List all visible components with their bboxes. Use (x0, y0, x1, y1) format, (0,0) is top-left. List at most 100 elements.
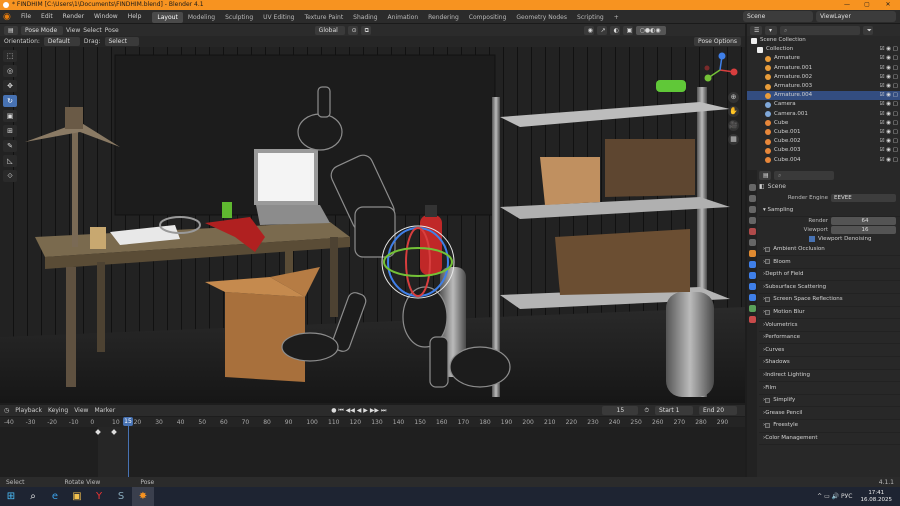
world-tab-icon[interactable] (748, 239, 756, 246)
playhead-line[interactable] (128, 417, 129, 477)
section-checkbox[interactable] (765, 297, 771, 303)
drag-dropdown[interactable]: Select Box (104, 37, 139, 54)
tab-sculpting[interactable]: Sculpting (220, 12, 258, 23)
section-panel[interactable]: › Shadows (759, 357, 900, 370)
section-panel[interactable]: › Depth of Field (759, 269, 900, 282)
menu-render[interactable]: Render (58, 10, 89, 24)
visibility-toggles[interactable]: ☑ ◉ ▢ (880, 64, 898, 73)
annotate-tool[interactable]: ✎ (3, 140, 17, 152)
output-tab-icon[interactable] (748, 206, 756, 213)
measure-tool[interactable]: ◺ (3, 155, 17, 167)
xray-icon[interactable]: ▣ (622, 25, 633, 35)
clock-icon[interactable]: ⏱ (644, 407, 649, 415)
viewport-samples-field[interactable]: 16 (831, 226, 896, 235)
playhead-frame[interactable]: 15 (123, 417, 133, 426)
current-frame-field[interactable]: 15 (602, 406, 639, 415)
end-frame-field[interactable]: End 20 (699, 406, 738, 415)
add-workspace-button[interactable]: + (609, 12, 624, 23)
pose-options-button[interactable]: Pose Options (694, 37, 741, 46)
tab-modeling[interactable]: Modeling (183, 12, 220, 23)
section-panel[interactable]: › Performance (759, 332, 900, 345)
menu-select[interactable]: Select (83, 25, 102, 36)
tool-tab-icon[interactable] (748, 184, 756, 191)
visibility-icon[interactable]: ◉ (583, 25, 594, 35)
view-layer-selector[interactable]: ViewLayer (816, 11, 896, 22)
transform-tool[interactable]: ⊞ (3, 125, 17, 137)
editor-type-icon[interactable]: ▤ (4, 25, 18, 35)
mode-selector[interactable]: Pose Mode (21, 25, 63, 35)
rotate-tool[interactable]: ↻ (3, 95, 17, 107)
visibility-toggles[interactable]: ☑ ◉ ▢ (880, 137, 898, 146)
tab-rendering[interactable]: Rendering (423, 12, 464, 23)
section-checkbox[interactable] (765, 259, 771, 265)
outliner-row[interactable]: Camera.001 ☑ ◉ ▢ (747, 110, 900, 119)
clock[interactable]: 17:41 16.08.2025 (861, 490, 893, 504)
visibility-toggles[interactable]: ☑ ◉ ▢ (880, 82, 898, 91)
frame-ruler[interactable]: -40 -30 -20 -10 0 10 20 30 40 50 60 70 80 90 100 110 120… (0, 417, 745, 427)
scale-tool[interactable]: ▣ (3, 110, 17, 122)
section-panel[interactable]: › Freestyle (759, 420, 900, 433)
visibility-toggles[interactable]: ☑ ◉ ▢ (880, 54, 898, 63)
gizmo-icon[interactable]: ↗ (596, 25, 607, 35)
pivot-icon[interactable]: ⊙ (347, 25, 358, 35)
transform-orientation[interactable]: Global (314, 25, 345, 35)
explorer-icon[interactable]: ▣ (66, 487, 88, 506)
particles-tab-icon[interactable] (748, 272, 756, 279)
section-panel[interactable]: › Grease Pencil (759, 407, 900, 420)
visibility-toggles[interactable]: ☑ ◉ ▢ (880, 100, 898, 109)
tab-scripting[interactable]: Scripting (572, 12, 609, 23)
menu-help[interactable]: Help (123, 10, 147, 24)
visibility-toggles[interactable]: ☑ ◉ ▢ (880, 73, 898, 82)
filter-icon[interactable]: ⏷ (863, 25, 873, 35)
outliner-row[interactable]: Cube.002 ☑ ◉ ▢ (747, 137, 900, 146)
system-tray[interactable]: ^ ▭ 🔊 РУС (817, 493, 852, 500)
view-menu[interactable]: View (74, 407, 88, 414)
visibility-toggles[interactable]: ☑ ◉ ▢ (880, 119, 898, 128)
outliner-row[interactable]: Cube.004 ☑ ◉ ▢ (747, 155, 900, 164)
outliner-row[interactable]: Collection ☑ ◉ ▢ (747, 45, 900, 54)
blender-taskbar-icon[interactable]: ✸ (132, 487, 154, 506)
editor-type-icon[interactable]: ◷ (4, 407, 9, 414)
menu-edit[interactable]: Edit (36, 10, 58, 24)
editor-type-icon[interactable]: ▤ (759, 171, 771, 180)
modifier-tab-icon[interactable] (748, 261, 756, 268)
outliner-search[interactable]: ⌕ (780, 25, 860, 35)
physics-tab-icon[interactable] (748, 283, 756, 290)
ortho-toggle-icon[interactable]: ▦ (728, 134, 739, 145)
section-panel[interactable]: › Volumetrics (759, 319, 900, 332)
menu-file[interactable]: File (16, 10, 36, 24)
section-checkbox[interactable] (765, 309, 771, 315)
pose-tool[interactable]: ⟐ (3, 170, 17, 182)
menu-pose[interactable]: Pose (105, 25, 119, 36)
render-tab-icon[interactable] (748, 195, 756, 202)
scene-tab-icon[interactable] (748, 228, 756, 235)
outliner-row[interactable]: Scene Collection (747, 36, 900, 45)
tab-geometry-nodes[interactable]: Geometry Nodes (511, 12, 572, 23)
section-panel[interactable]: › Curves (759, 344, 900, 357)
timeline-track[interactable] (0, 417, 745, 477)
shading-modes[interactable]: ○●◐◉ (635, 25, 666, 35)
section-panel[interactable]: › Film (759, 382, 900, 395)
section-panel[interactable]: › Bloom (759, 256, 900, 269)
tab-animation[interactable]: Animation (383, 12, 424, 23)
visibility-toggles[interactable]: ☑ ◉ ▢ (880, 128, 898, 137)
section-panel[interactable]: › Ambient Occlusion (759, 244, 900, 257)
tab-uv-editing[interactable]: UV Editing (258, 12, 299, 23)
object-tab-icon[interactable] (748, 250, 756, 257)
keying-menu[interactable]: Keying (48, 407, 68, 414)
outliner-row[interactable]: Armature ☑ ◉ ▢ (747, 54, 900, 63)
section-panel[interactable]: › Color Management (759, 433, 900, 446)
visibility-toggles[interactable]: ☑ ◉ ▢ (880, 156, 898, 165)
yandex-icon[interactable]: Y (88, 487, 110, 506)
section-panel[interactable]: › Motion Blur (759, 307, 900, 320)
marker-menu[interactable]: Marker (94, 407, 115, 414)
menu-view[interactable]: View (66, 25, 80, 36)
render-engine-dropdown[interactable]: EEVEE (831, 194, 896, 202)
data-tab-icon[interactable] (748, 305, 756, 312)
snap-icon[interactable]: ⧉ (360, 25, 371, 35)
minimize-button[interactable]: — (837, 0, 857, 10)
start-frame-field[interactable]: Start 1 (655, 406, 694, 415)
section-panel[interactable]: › Screen Space Reflections (759, 294, 900, 307)
3d-viewport[interactable] (0, 47, 745, 403)
view-layer-tab-icon[interactable] (748, 217, 756, 224)
